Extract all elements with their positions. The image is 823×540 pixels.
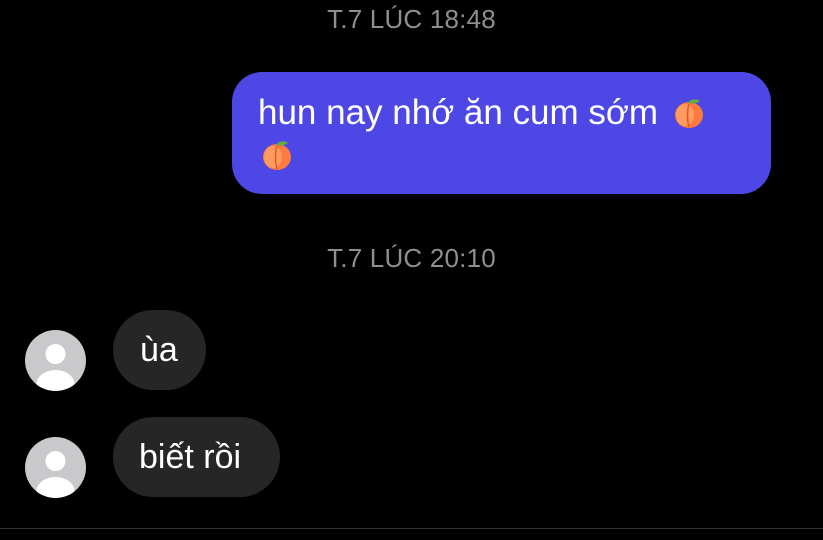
incoming-message-bubble[interactable]: biết rồi (113, 417, 280, 497)
peach-icon (260, 138, 294, 172)
message-text: hun nay nhớ ăn cum sớm (258, 93, 658, 132)
message-text: biết rồi (139, 438, 242, 476)
timestamp: T.7 LÚC 18:48 (327, 4, 496, 34)
person-icon (36, 344, 75, 391)
outgoing-message-bubble[interactable]: hun nay nhớ ăn cum sớm (232, 72, 771, 194)
incoming-message-bubble[interactable]: ùa (113, 310, 206, 390)
avatar[interactable] (25, 437, 86, 498)
person-icon (36, 451, 75, 498)
message-text: ùa (140, 331, 178, 369)
divider (0, 528, 823, 529)
peach-icon (672, 96, 706, 130)
avatar[interactable] (25, 330, 86, 391)
timestamp: T.7 LÚC 20:10 (327, 243, 496, 273)
